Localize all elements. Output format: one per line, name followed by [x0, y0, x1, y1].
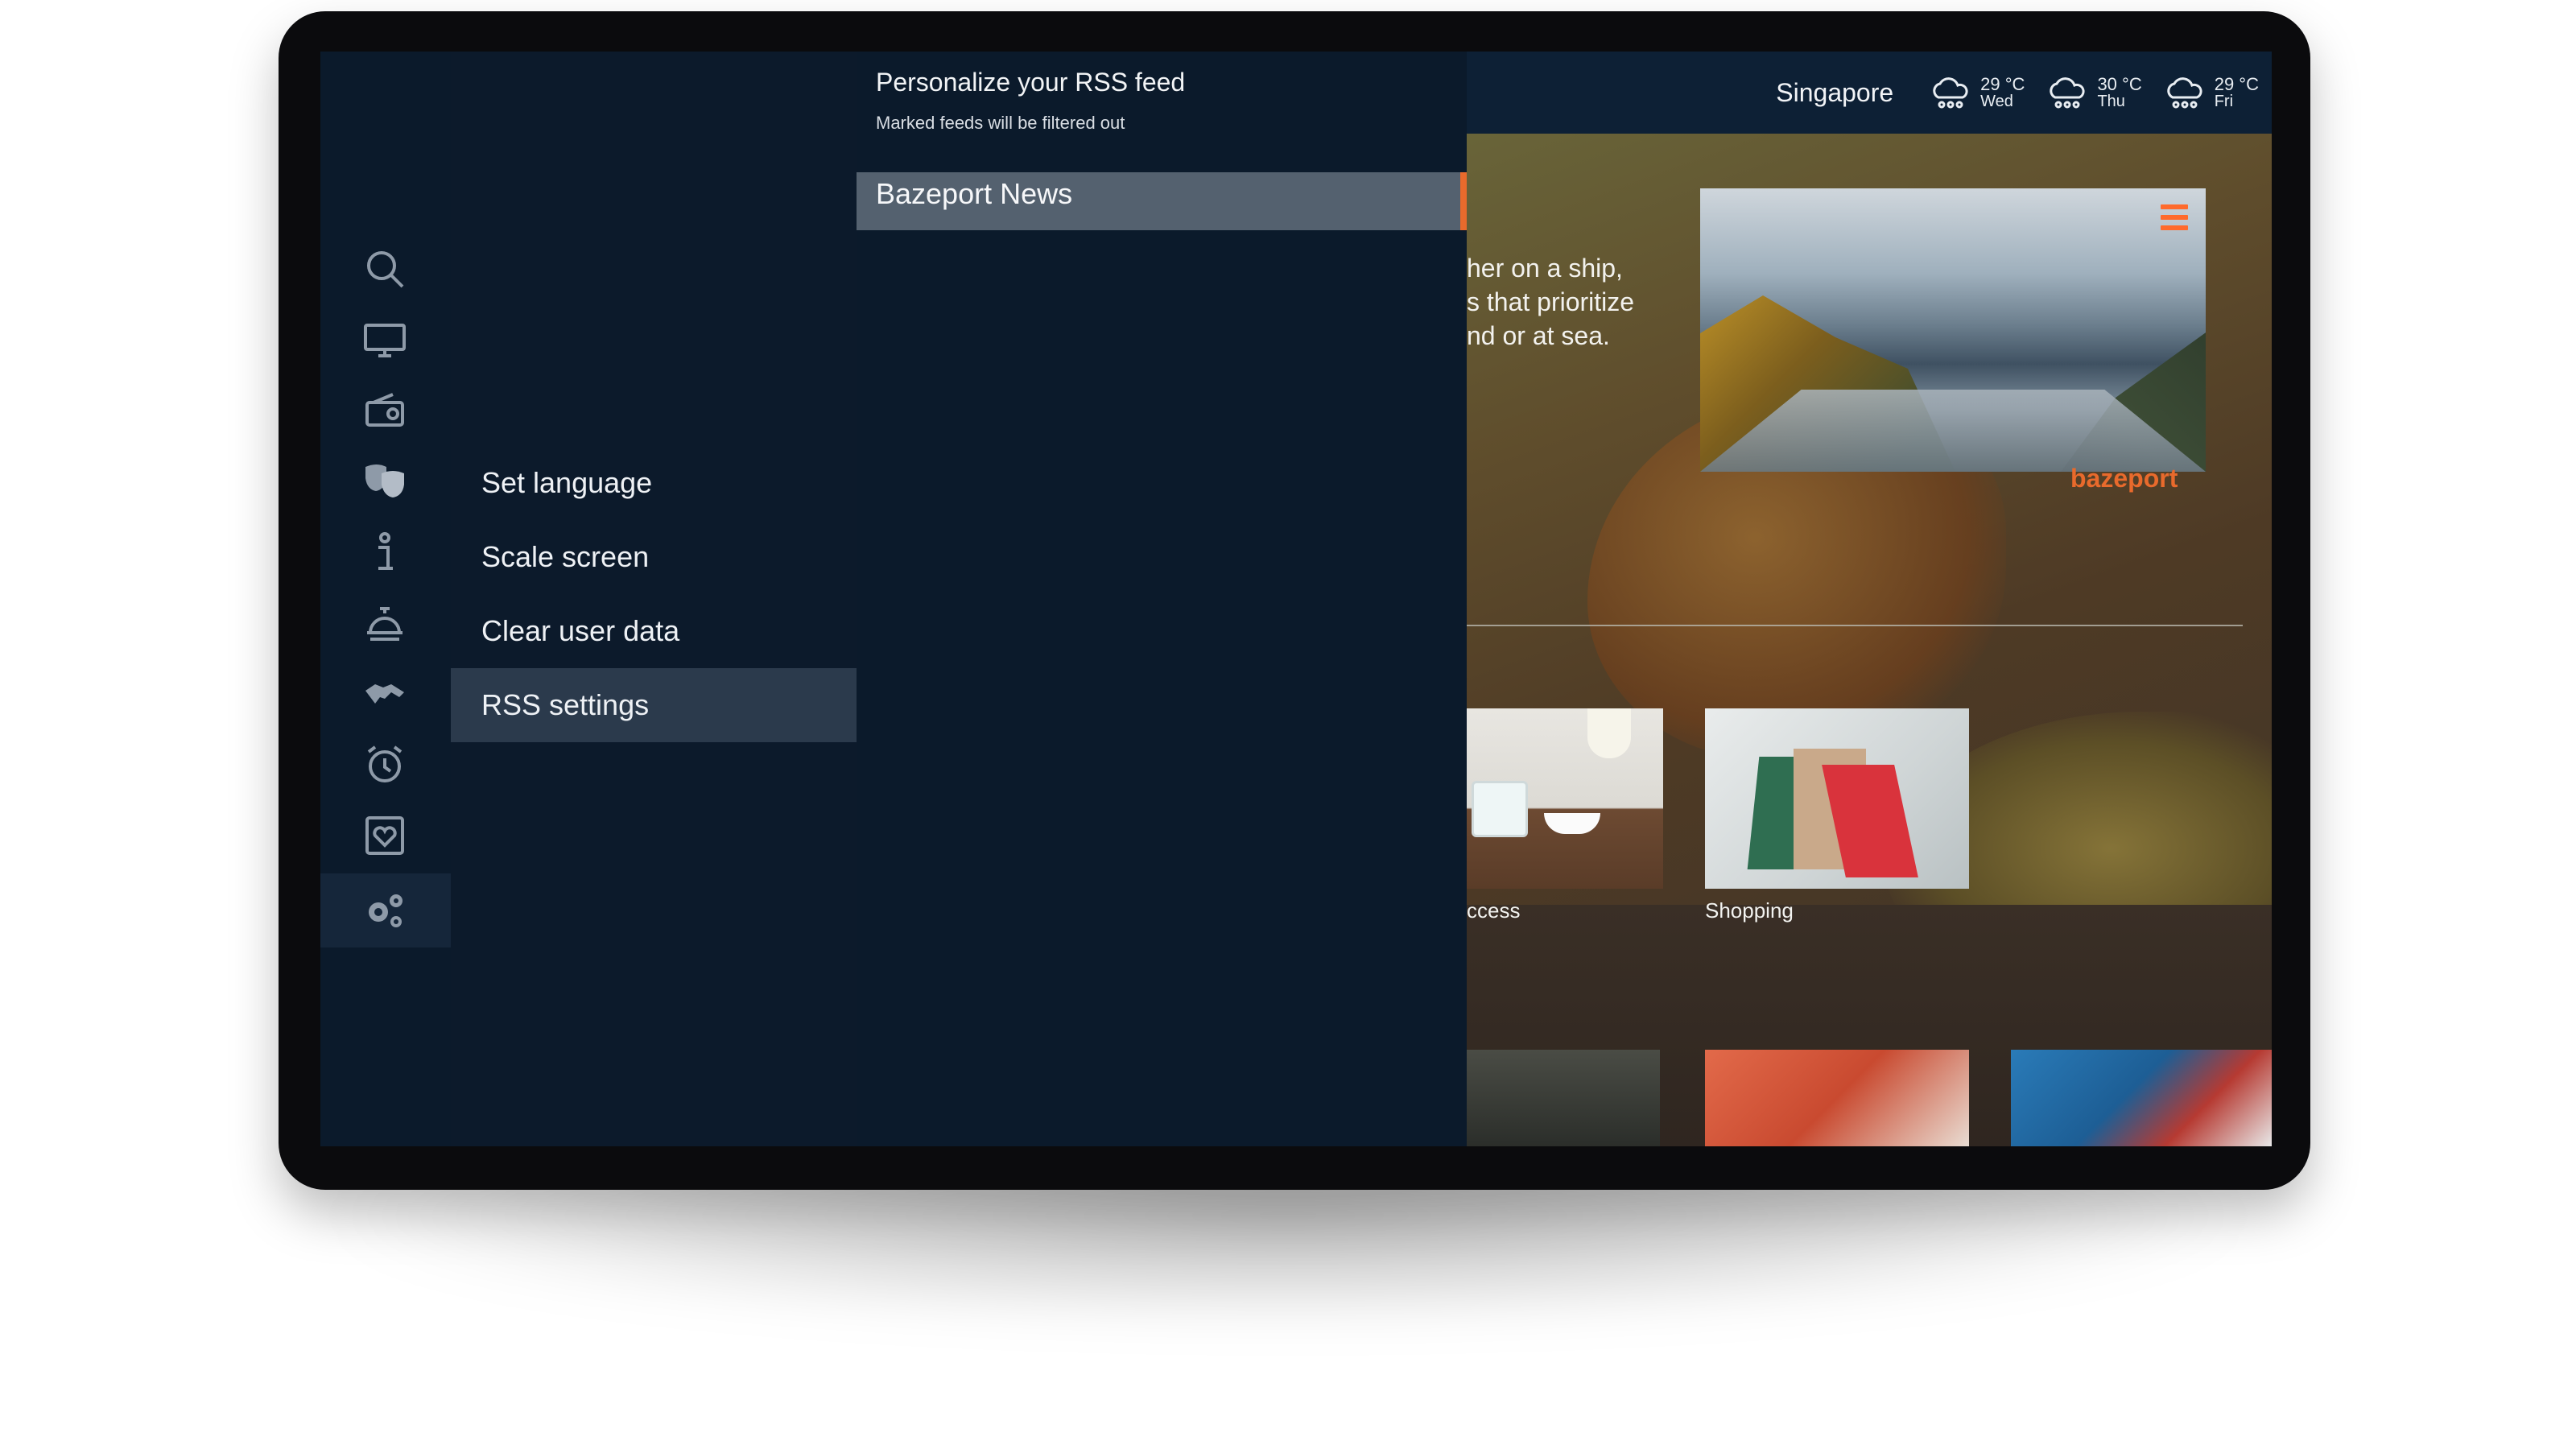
handshake-icon	[365, 684, 404, 704]
rss-feed-item[interactable]: Bazeport News	[857, 172, 1467, 230]
rss-feed-label: Bazeport News	[876, 177, 1073, 210]
menu-item-clear-user-data[interactable]: Clear user data	[451, 594, 857, 668]
tile-image[interactable]	[1705, 1050, 1969, 1146]
wifi-icon	[1472, 781, 1528, 837]
weather-day-label: Wed	[1980, 93, 2013, 111]
menu-item-scale-screen[interactable]: Scale screen	[451, 520, 857, 594]
sidebar-item-room-service[interactable]	[353, 591, 417, 655]
weather-temp: 30 °C	[2097, 73, 2142, 94]
cup-shape	[1544, 813, 1600, 834]
rain-cloud-icon	[2167, 77, 2202, 109]
menu-item-rss-settings[interactable]: RSS settings	[451, 668, 857, 742]
alarm-clock-icon	[367, 745, 402, 782]
theater-masks-icon	[365, 464, 404, 497]
heart-frame-icon	[365, 816, 404, 855]
weather-day-label: Fri	[2214, 93, 2234, 111]
tile-shopping[interactable]	[1705, 708, 1969, 889]
sidebar-item-favorites[interactable]	[353, 803, 417, 868]
weather-day: 30 °C Thu	[2046, 73, 2142, 111]
lamp-shape	[1587, 708, 1631, 758]
tile-access-label: ccess	[1467, 898, 1521, 923]
menu-item-set-language[interactable]: Set language	[451, 446, 857, 520]
sidebar-item-entertainment[interactable]	[353, 449, 417, 514]
section-divider	[1467, 625, 2243, 626]
hero-image[interactable]	[1700, 188, 2206, 472]
settings-menu: Set language Scale screen Clear user dat…	[451, 52, 857, 1146]
sidebar-item-tv[interactable]	[353, 308, 417, 372]
weather-day: 29 °C Fri	[2163, 75, 2259, 110]
tile-image[interactable]	[2011, 1050, 2272, 1146]
search-icon	[367, 251, 404, 288]
rss-settings-panel: Personalize your RSS feed Marked feeds w…	[857, 52, 1467, 1146]
info-icon	[378, 532, 393, 570]
weather-day: 29 °C Wed	[1929, 75, 2025, 110]
weather-bar: Singapore 29 °C Wed 30 °C Thu 29 °C Fri	[1467, 52, 2272, 134]
sidebar-item-search[interactable]	[353, 237, 417, 301]
tv-icon	[364, 324, 406, 357]
tile-image[interactable]	[1467, 1050, 1660, 1146]
weather-temp: 29 °C	[1980, 73, 2025, 94]
focus-marker	[1460, 172, 1467, 230]
settings-gears-icon	[369, 894, 402, 927]
weather-temp: 29 °C	[2214, 73, 2259, 94]
rss-title: Personalize your RSS feed	[876, 68, 1186, 97]
sidebar-item-alarm[interactable]	[353, 733, 417, 797]
radio-icon	[365, 393, 404, 427]
brand-logo: bazeport	[2070, 464, 2178, 493]
icon-sidebar	[320, 52, 451, 1146]
tv-screen: Singapore 29 °C Wed 30 °C Thu 29 °C Fri …	[320, 52, 2272, 1146]
hero-text: her on a ship, s that prioritize nd or a…	[1467, 254, 1635, 350]
sidebar-item-info[interactable]	[353, 520, 417, 584]
tile-access[interactable]	[1467, 708, 1663, 889]
tile-shopping-label: Shopping	[1705, 898, 1794, 923]
room-service-icon	[367, 607, 402, 641]
sidebar-item-settings[interactable]	[353, 878, 417, 943]
weather-city: Singapore	[1776, 77, 1894, 107]
brand-stripes-icon	[2161, 204, 2188, 235]
rss-subtitle: Marked feeds will be filtered out	[876, 113, 1125, 133]
background-content: Singapore 29 °C Wed 30 °C Thu 29 °C Fri …	[1467, 52, 2272, 1146]
rain-cloud-icon	[2050, 77, 2085, 109]
weather-day-label: Thu	[2097, 93, 2125, 111]
sidebar-item-radio[interactable]	[353, 378, 417, 443]
rain-cloud-icon	[1933, 77, 1968, 109]
sidebar-item-handshake[interactable]	[353, 662, 417, 726]
